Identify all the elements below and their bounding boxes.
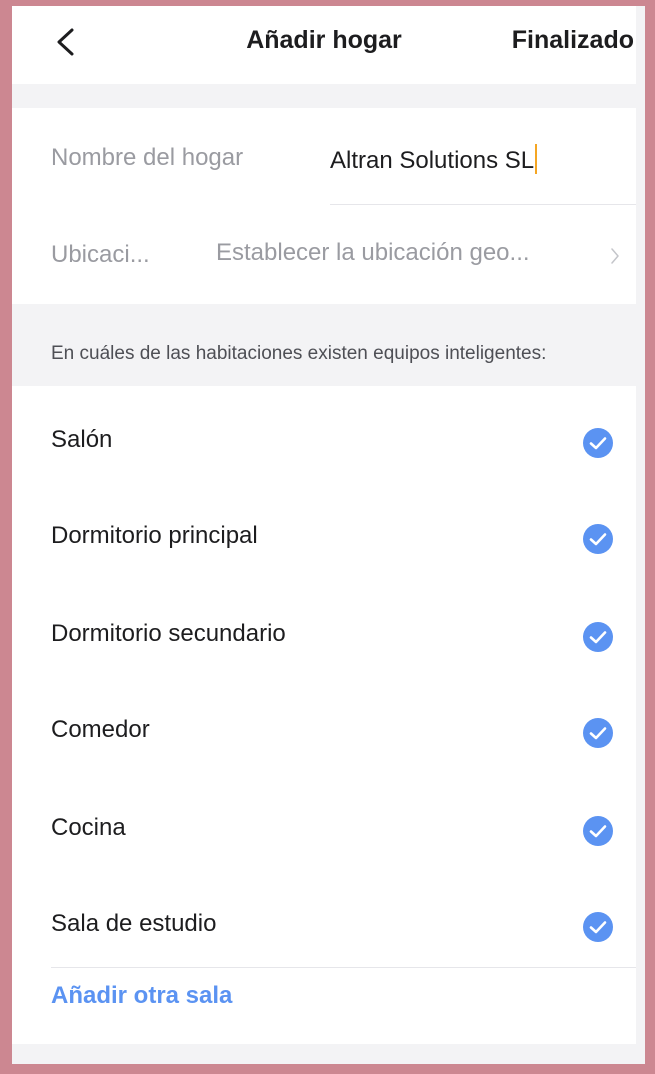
room-item-comedor[interactable]: Comedor	[12, 682, 636, 778]
room-item-dormitorio-principal[interactable]: Dormitorio principal	[12, 488, 636, 584]
top-bar: Añadir hogar Finalizado	[12, 6, 636, 84]
home-form: Nombre del hogar Altran Solutions SL Ubi…	[12, 108, 636, 304]
room-label: Sala de estudio	[51, 910, 217, 937]
checkmark-icon[interactable]	[582, 427, 614, 459]
room-label: Dormitorio principal	[51, 522, 258, 549]
rooms-list: Salón Dormitorio principal Dormitorio se…	[12, 386, 636, 1044]
location-field[interactable]: Establecer la ubicación geo...	[216, 239, 530, 267]
checkmark-icon[interactable]	[582, 815, 614, 847]
text-caret	[535, 144, 538, 174]
chevron-right-icon[interactable]	[610, 247, 620, 265]
field-divider	[330, 204, 636, 205]
checkmark-icon[interactable]	[582, 717, 614, 749]
room-item-dormitorio-secundario[interactable]: Dormitorio secundario	[12, 586, 636, 682]
done-button[interactable]: Finalizado	[512, 26, 634, 55]
room-label: Comedor	[51, 716, 150, 743]
app-frame: Añadir hogar Finalizado Nombre del hogar…	[0, 0, 655, 1074]
home-name-input[interactable]: Altran Solutions SL	[330, 144, 538, 175]
room-label: Salón	[51, 426, 113, 453]
rooms-hint: En cuáles de las habitaciones existen eq…	[51, 343, 547, 364]
checkmark-icon[interactable]	[582, 523, 614, 555]
add-room-button[interactable]: Añadir otra sala	[51, 982, 232, 1010]
room-label: Cocina	[51, 814, 126, 841]
room-item-salon[interactable]: Salón	[12, 392, 636, 488]
checkmark-icon[interactable]	[582, 911, 614, 943]
checkmark-icon[interactable]	[582, 621, 614, 653]
home-name-label: Nombre del hogar	[51, 144, 244, 171]
room-item-sala-de-estudio[interactable]: Sala de estudio	[12, 876, 636, 972]
room-item-cocina[interactable]: Cocina	[12, 780, 636, 876]
location-label: Ubicaci...	[51, 241, 150, 268]
room-label: Dormitorio secundario	[51, 620, 286, 647]
home-name-value: Altran Solutions SL	[330, 147, 535, 174]
list-divider	[51, 967, 636, 968]
